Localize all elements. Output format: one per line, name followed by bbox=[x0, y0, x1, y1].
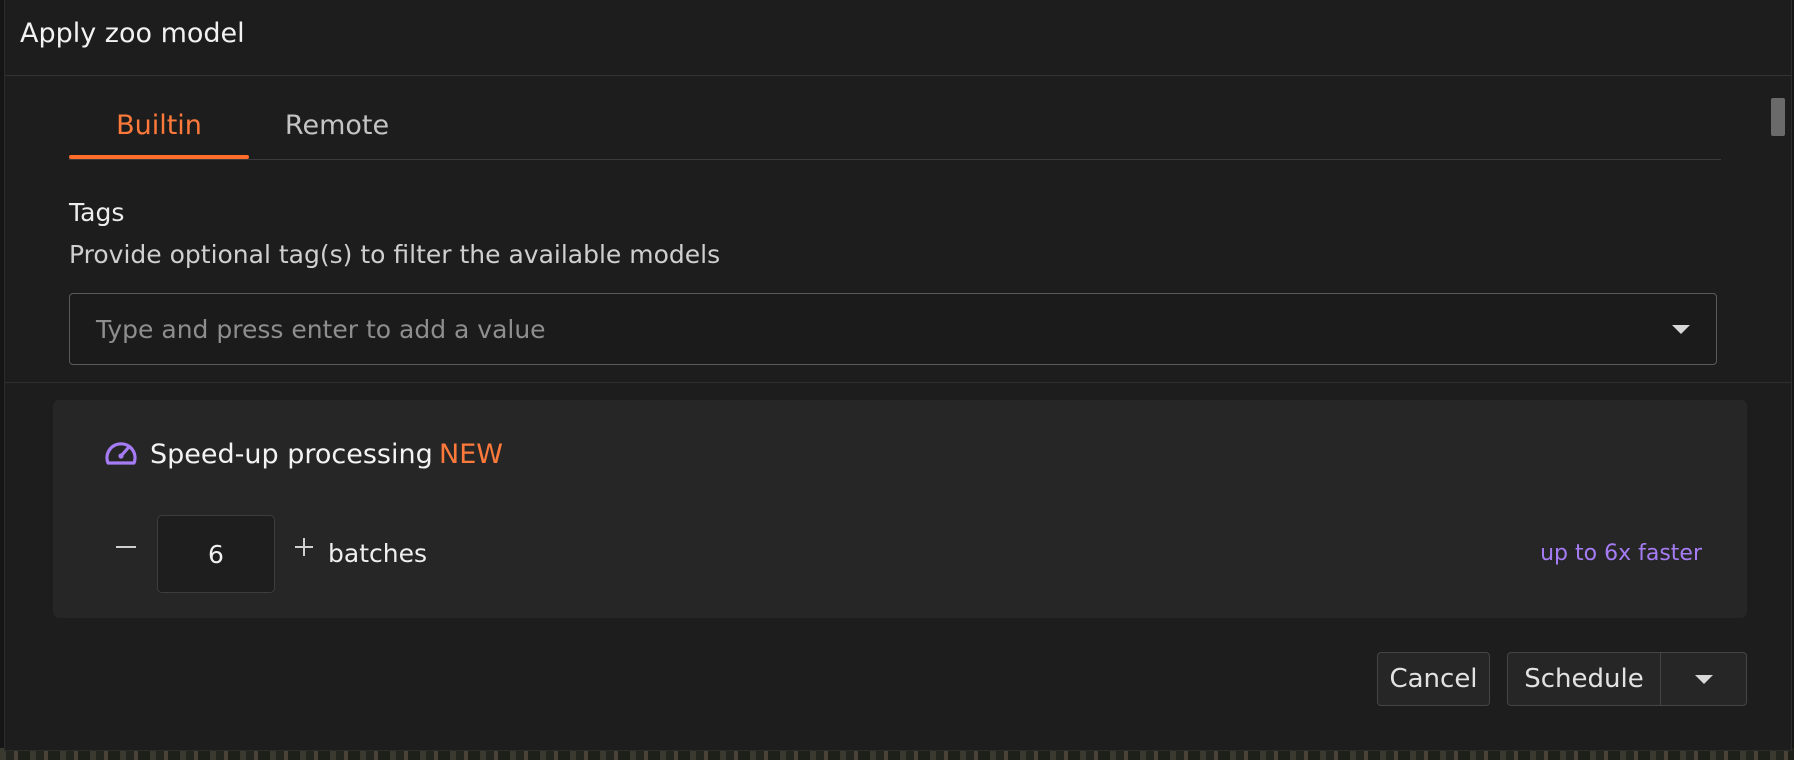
gauge-icon bbox=[103, 437, 139, 471]
dialog-title: Apply zoo model bbox=[20, 18, 245, 49]
schedule-split-button: Schedule bbox=[1507, 652, 1747, 706]
batches-input[interactable]: 6 bbox=[157, 515, 275, 593]
tab-remote[interactable]: Remote bbox=[265, 92, 409, 158]
active-tab-indicator bbox=[69, 155, 249, 159]
new-badge: NEW bbox=[439, 439, 503, 470]
chevron-down-icon bbox=[1694, 674, 1713, 684]
schedule-options-button[interactable] bbox=[1660, 652, 1747, 706]
scrollbar-thumb[interactable] bbox=[1771, 98, 1785, 136]
speedup-hint: up to 6x faster bbox=[1540, 541, 1702, 566]
batches-label: batches bbox=[328, 539, 427, 568]
chevron-down-icon[interactable] bbox=[1672, 324, 1690, 334]
minus-icon bbox=[116, 546, 136, 548]
tags-help-text: Provide optional tag(s) to filter the av… bbox=[69, 240, 721, 269]
section-divider bbox=[5, 382, 1791, 383]
tags-input[interactable]: Type and press enter to add a value bbox=[69, 293, 1717, 365]
cancel-button[interactable]: Cancel bbox=[1377, 652, 1490, 706]
speedup-panel: Speed-up processing NEW 6 batches up to … bbox=[53, 400, 1747, 618]
plus-icon bbox=[295, 538, 313, 556]
decrement-batches-button[interactable] bbox=[111, 532, 141, 562]
tags-input-placeholder: Type and press enter to add a value bbox=[96, 314, 546, 344]
schedule-button[interactable]: Schedule bbox=[1507, 652, 1660, 706]
apply-zoo-model-dialog: Apply zoo model Builtin Remote Tags Prov… bbox=[4, 0, 1792, 751]
speedup-title: Speed-up processing bbox=[150, 439, 433, 470]
tab-builtin[interactable]: Builtin bbox=[69, 92, 249, 158]
increment-batches-button[interactable] bbox=[289, 532, 319, 562]
tags-label: Tags bbox=[69, 198, 125, 227]
title-divider bbox=[5, 75, 1791, 76]
tabs-divider bbox=[69, 159, 1721, 160]
